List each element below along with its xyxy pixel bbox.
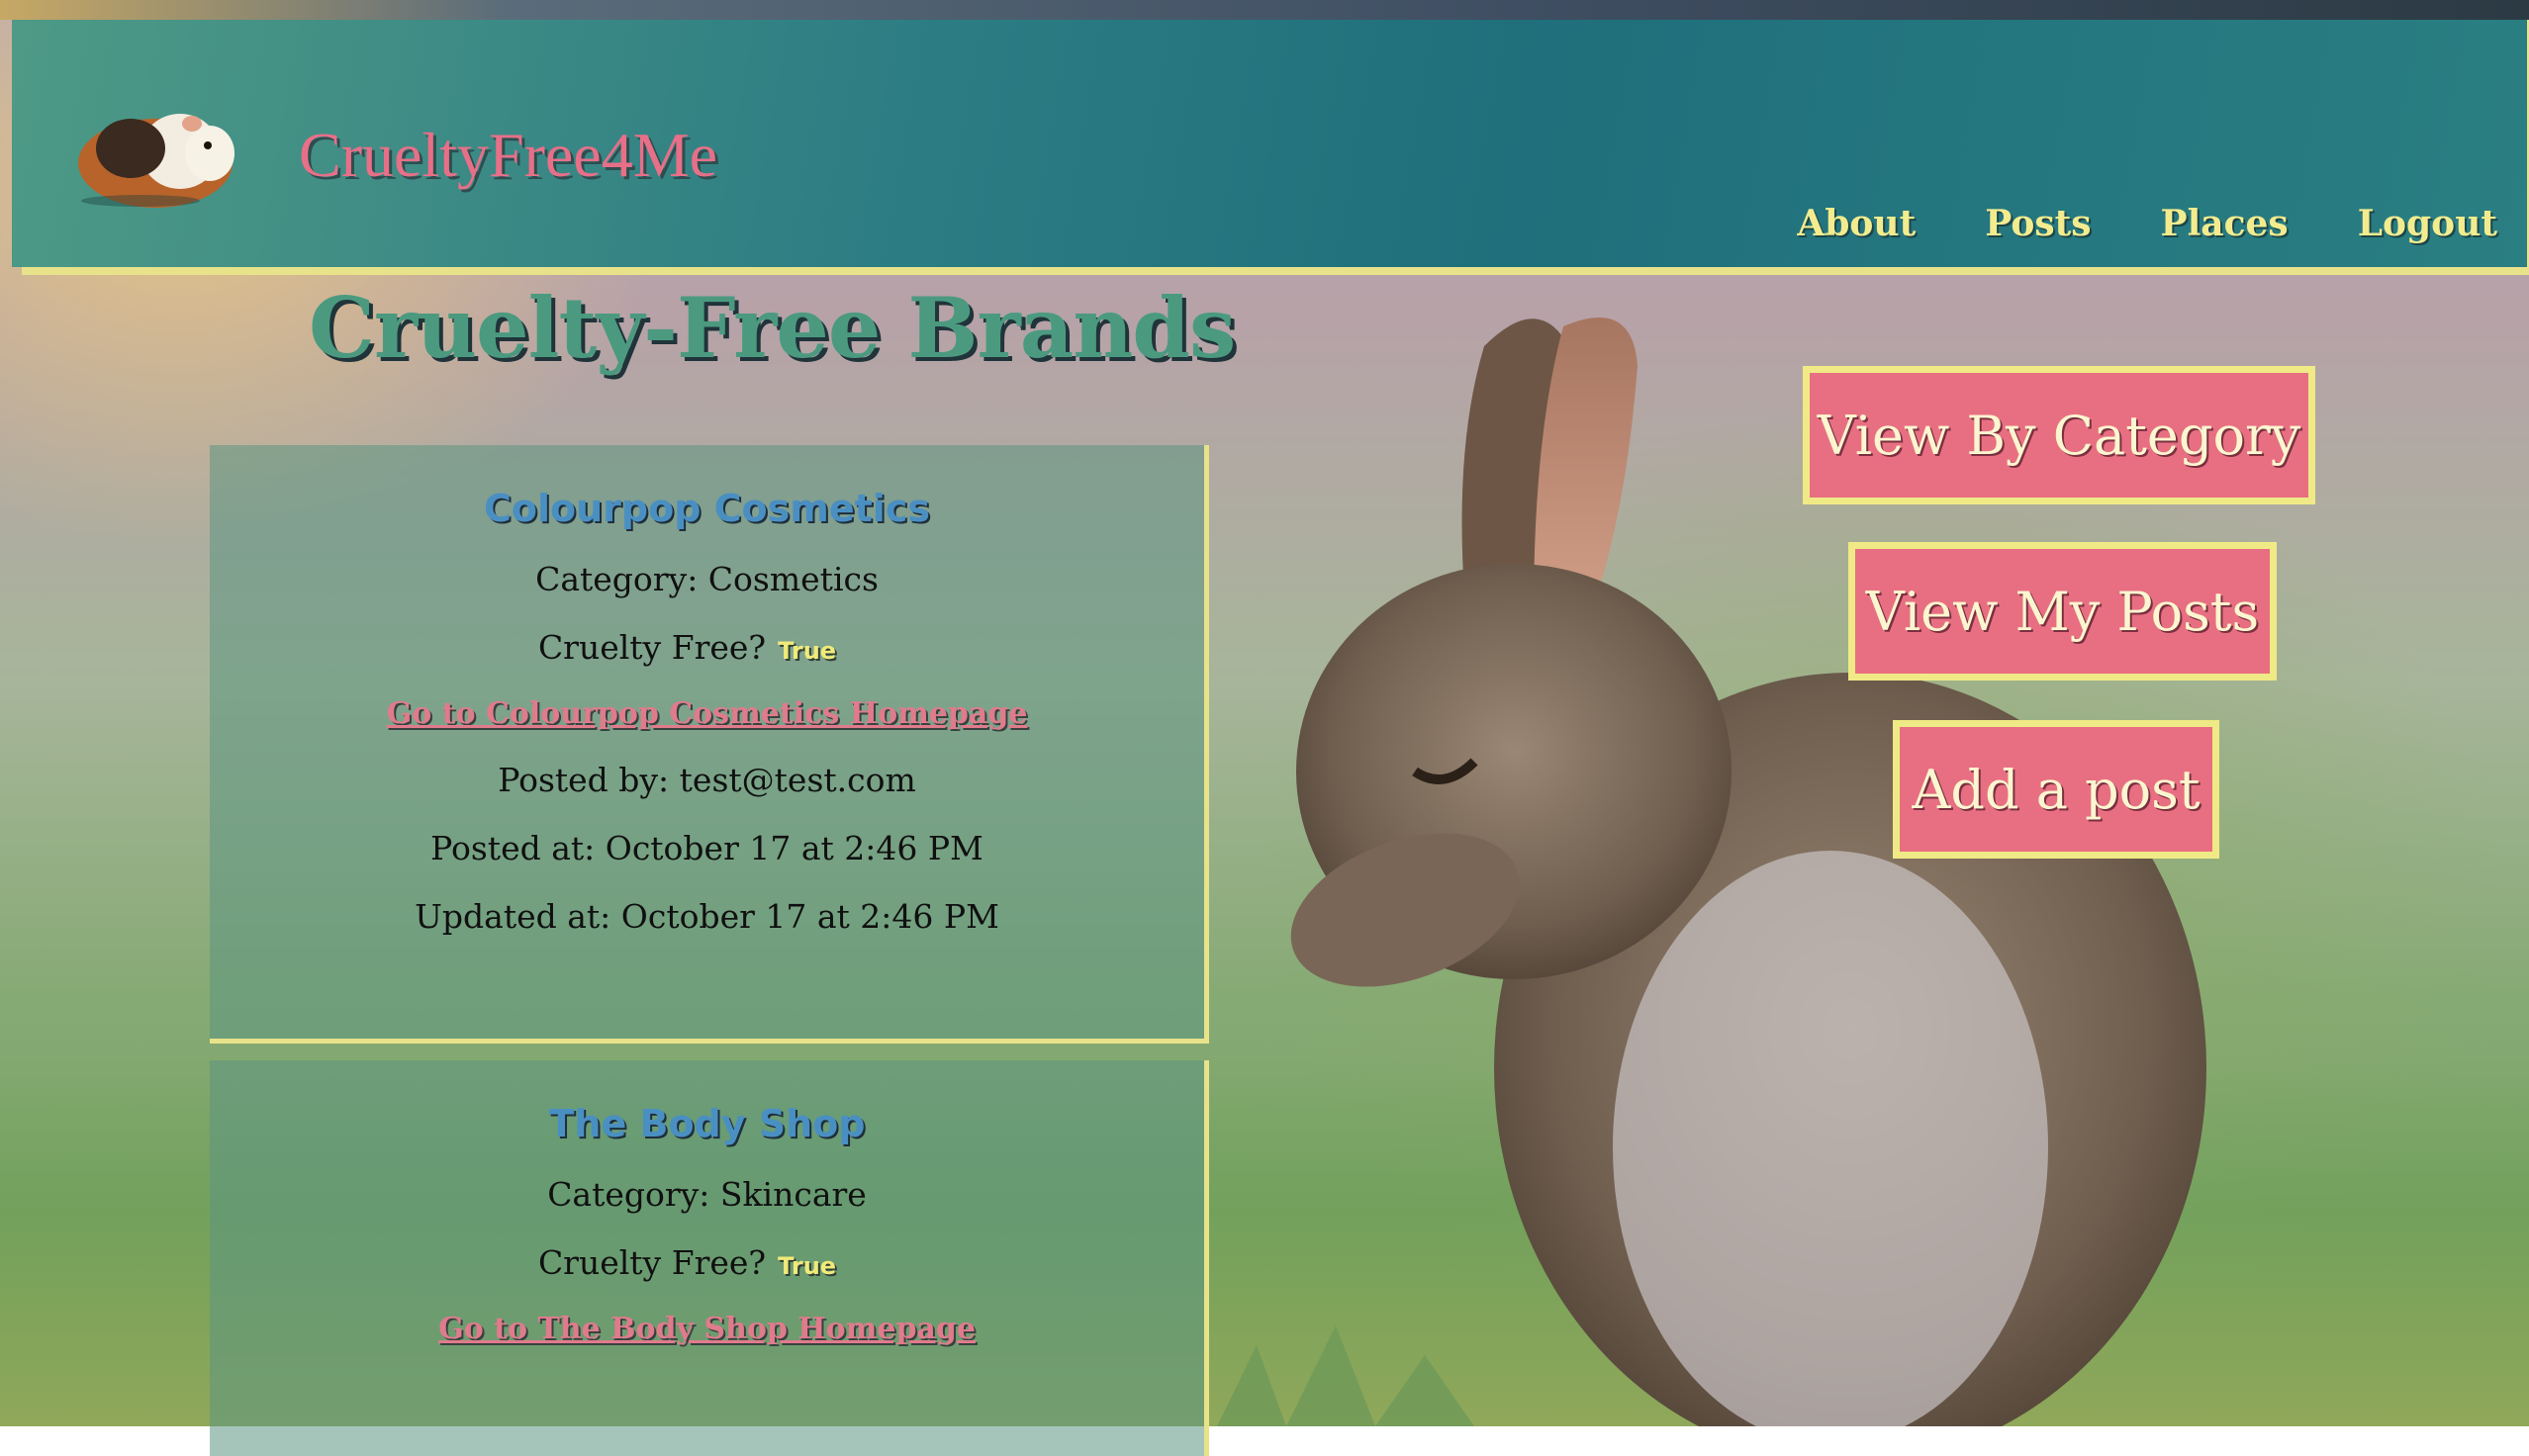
homepage-link[interactable]: Go to The Body Shop Homepage xyxy=(438,1312,976,1346)
post-card: Colourpop Cosmetics Category: Cosmetics … xyxy=(210,445,1209,1044)
site-header: CrueltyFree4Me About Posts Places Logout xyxy=(12,20,2529,267)
brand-name: The Body Shop xyxy=(548,1102,866,1145)
posted-at: Posted at: October 17 at 2:46 PM xyxy=(430,829,984,867)
cruelty-free-value: True xyxy=(778,1252,837,1280)
nav-logout[interactable]: Logout xyxy=(2358,203,2497,244)
view-my-posts-button[interactable]: View My Posts xyxy=(1848,542,2277,681)
posted-by: Posted by: test@test.com xyxy=(498,761,916,799)
post-category: Category: Skincare xyxy=(547,1175,867,1214)
cruelty-free-label: Cruelty Free? xyxy=(537,628,767,667)
guinea-pig-icon xyxy=(78,114,234,208)
main-nav: About Posts Places Logout xyxy=(1797,203,2497,244)
nav-places[interactable]: Places xyxy=(2161,203,2289,244)
post-category: Category: Cosmetics xyxy=(535,560,879,598)
browser-top-strip xyxy=(0,0,2529,20)
post-card: The Body Shop Category: Skincare Cruelty… xyxy=(210,1060,1209,1456)
cruelty-free-label: Cruelty Free? xyxy=(537,1243,767,1282)
brand-name: Colourpop Cosmetics xyxy=(484,487,930,530)
add-post-button[interactable]: Add a post xyxy=(1893,720,2219,859)
cruelty-free-row: Cruelty Free? True xyxy=(190,1243,1184,1282)
site-brand[interactable]: CrueltyFree4Me xyxy=(299,119,717,192)
updated-at: Updated at: October 17 at 2:46 PM xyxy=(415,897,999,936)
view-by-category-button[interactable]: View By Category xyxy=(1803,366,2315,504)
nav-about[interactable]: About xyxy=(1797,203,1916,244)
cruelty-free-row: Cruelty Free? True xyxy=(190,628,1184,667)
cruelty-free-value: True xyxy=(778,637,837,665)
page-title: Cruelty-Free Brands xyxy=(309,279,1236,377)
guinea-pig-logo[interactable] xyxy=(71,94,239,213)
nav-posts[interactable]: Posts xyxy=(1985,203,2091,244)
homepage-link[interactable]: Go to Colourpop Cosmetics Homepage xyxy=(387,696,1028,731)
